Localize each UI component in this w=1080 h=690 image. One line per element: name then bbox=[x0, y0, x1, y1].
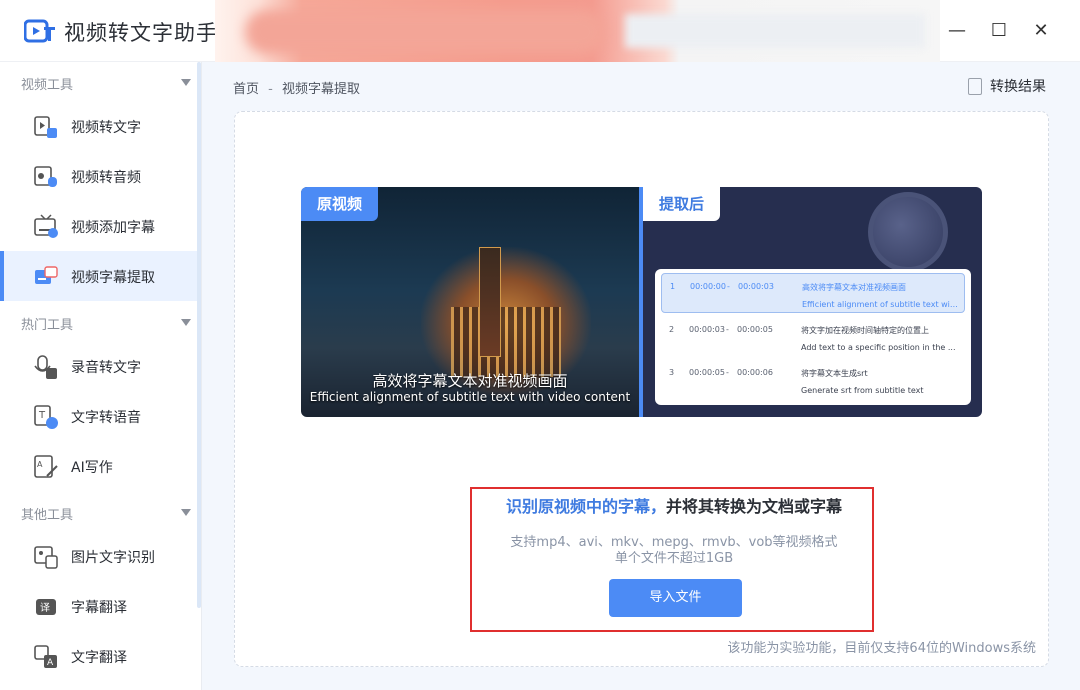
row-dash: - bbox=[726, 325, 729, 334]
sidebar-item-label: 视频转文字 bbox=[71, 120, 141, 136]
file-size-limit: 单个文件不超过1GB bbox=[614, 551, 734, 566]
video-subtitle-zh: 高效将字幕文本对准视频画面 bbox=[372, 372, 568, 390]
title-bar: 视频转文字助手 — ☐ ✕ bbox=[0, 0, 1080, 62]
sidebar-item-label: 图片文字识别 bbox=[71, 550, 155, 566]
ai-writing-icon: A bbox=[34, 455, 58, 478]
caret-down-icon bbox=[181, 319, 191, 326]
sidebar-item-ai-writing[interactable]: A AI写作 bbox=[0, 441, 197, 491]
group-label: 其他工具 bbox=[21, 508, 74, 523]
svg-text:A: A bbox=[47, 658, 54, 668]
sidebar-item-image-ocr[interactable]: 图片文字识别 bbox=[0, 531, 197, 581]
tv-subtitle-icon bbox=[34, 214, 58, 238]
headline-rest: 并将其转换为文档或字幕 bbox=[666, 497, 843, 516]
text-translate-icon: A bbox=[34, 645, 57, 668]
svg-text:T: T bbox=[38, 410, 46, 421]
row-end: 00:00:03 bbox=[738, 282, 774, 291]
video-audio-icon bbox=[34, 166, 57, 187]
row-text-zh: 将字幕文本生成srt bbox=[801, 369, 868, 378]
close-button[interactable]: ✕ bbox=[1030, 20, 1052, 42]
breadcrumb-home[interactable]: 首页 bbox=[233, 82, 259, 97]
row-index: 1 bbox=[670, 282, 676, 291]
microphone-icon bbox=[34, 355, 57, 379]
row-text-zh: 将文字加在视频时间轴特定的位置上 bbox=[801, 326, 929, 335]
sidebar-item-video-add-subtitle[interactable]: 视频添加字幕 bbox=[0, 201, 197, 251]
sidebar: 视频工具 视频转文字 视频转音频 视频添加字幕 视频字幕提取 热门工具 录音转文… bbox=[0, 62, 202, 690]
row-text-zh: 高效将字幕文本对准视频画面 bbox=[802, 283, 906, 292]
sidebar-item-label: 文字翻译 bbox=[71, 650, 127, 666]
experimental-footnote: 该功能为实验功能，目前仅支持64位的Windows系统 bbox=[727, 641, 1036, 656]
building-tower bbox=[479, 247, 501, 357]
preview-comparison: 高效将字幕文本对准视频画面 Efficient alignment of sub… bbox=[301, 187, 982, 417]
extracted-tag: 提取后 bbox=[643, 187, 721, 221]
sidebar-item-video-to-audio[interactable]: 视频转音频 bbox=[0, 151, 197, 201]
main-panel: 首页 - 视频字幕提取 转换结果 高效将字幕文本对准视频画面 Efficient… bbox=[202, 62, 1080, 690]
caret-down-icon bbox=[181, 509, 191, 516]
sidebar-item-text-to-speech[interactable]: T 文字转语音 bbox=[0, 391, 197, 441]
app-window: 视频转文字助手 — ☐ ✕ 视频工具 视频转文字 视频转音频 视频添加字幕 视频… bbox=[0, 0, 1080, 690]
row-dash: - bbox=[726, 368, 729, 377]
svg-text:译: 译 bbox=[40, 602, 50, 614]
upload-card: 高效将字幕文本对准视频画面 Efficient alignment of sub… bbox=[234, 111, 1049, 667]
row-start: 00:00:05 bbox=[689, 368, 725, 377]
headline-highlight: 识别原视频中的字幕， bbox=[505, 497, 666, 516]
breadcrumb-separator: - bbox=[268, 82, 273, 97]
original-video-tag: 原视频 bbox=[301, 187, 379, 221]
text-speech-icon: T bbox=[34, 405, 58, 429]
sidebar-item-text-translate[interactable]: A 文字翻译 bbox=[0, 631, 197, 681]
blurred-banner bbox=[215, 0, 940, 62]
magnifier-icon bbox=[868, 192, 948, 272]
feature-headline: 识别原视频中的字幕，并将其转换为文档或字幕 bbox=[472, 493, 876, 517]
import-file-button[interactable]: 导入文件 bbox=[609, 579, 742, 617]
document-icon bbox=[968, 78, 982, 95]
group-hot-tools[interactable]: 热门工具 bbox=[0, 304, 200, 340]
sidebar-item-subtitle-extract[interactable]: 视频字幕提取 bbox=[0, 251, 197, 301]
sidebar-item-label: 视频转音频 bbox=[71, 170, 141, 186]
caret-down-icon bbox=[181, 79, 191, 86]
video-subtitle-en: Efficient alignment of subtitle text wit… bbox=[309, 390, 631, 404]
group-video-tools[interactable]: 视频工具 bbox=[0, 64, 200, 100]
svg-text:A: A bbox=[37, 460, 43, 469]
row-index: 3 bbox=[669, 368, 675, 377]
row-text-en: Add text to a specific position in the .… bbox=[801, 343, 956, 352]
row-end: 00:00:06 bbox=[737, 368, 773, 377]
row-dash: - bbox=[727, 282, 730, 291]
row-index: 2 bbox=[669, 325, 675, 334]
subtitle-row: 2 00:00:03 - 00:00:05 将文字加在视频时间轴特定的位置上 A… bbox=[661, 317, 965, 357]
subtitle-extract-icon bbox=[35, 266, 58, 284]
sidebar-item-record-to-text[interactable]: 录音转文字 bbox=[0, 341, 197, 391]
sidebar-item-subtitle-translate[interactable]: 译 字幕翻译 bbox=[0, 581, 197, 631]
subtitle-row: 3 00:00:05 - 00:00:06 将字幕文本生成srt Generat… bbox=[661, 360, 965, 400]
breadcrumb: 首页 - 视频字幕提取 bbox=[233, 78, 360, 97]
building-lights bbox=[451, 307, 561, 377]
image-ocr-icon bbox=[34, 546, 58, 569]
group-other-tools[interactable]: 其他工具 bbox=[0, 494, 200, 530]
highlight-annotation-box: 识别原视频中的字幕，并将其转换为文档或字幕 支持mp4、avi、mkv、mepg… bbox=[470, 487, 874, 632]
sidebar-item-label: 视频添加字幕 bbox=[71, 220, 155, 236]
sidebar-item-label: AI写作 bbox=[71, 460, 113, 476]
group-label: 热门工具 bbox=[21, 318, 74, 333]
sidebar-item-label: 文字转语音 bbox=[71, 410, 141, 426]
app-logo-icon bbox=[24, 19, 55, 43]
conversion-result-label: 转换结果 bbox=[990, 79, 1046, 95]
original-video-preview: 高效将字幕文本对准视频画面 Efficient alignment of sub… bbox=[301, 187, 639, 417]
breadcrumb-current: 视频字幕提取 bbox=[282, 82, 361, 97]
row-text-en: Generate srt from subtitle text bbox=[801, 386, 924, 395]
row-start: 00:00:00 bbox=[690, 282, 726, 291]
translate-badge-icon: 译 bbox=[36, 599, 56, 615]
sidebar-item-video-to-text[interactable]: 视频转文字 bbox=[0, 101, 197, 151]
row-text-en: Efficient alignment of subtitle text wit… bbox=[802, 300, 960, 309]
app-title: 视频转文字助手 bbox=[64, 21, 218, 45]
maximize-button[interactable]: ☐ bbox=[988, 20, 1010, 42]
sidebar-item-label: 字幕翻译 bbox=[71, 600, 127, 616]
minimize-button[interactable]: — bbox=[946, 20, 968, 42]
sidebar-item-label: 录音转文字 bbox=[71, 360, 141, 376]
row-end: 00:00:05 bbox=[737, 325, 773, 334]
video-text-icon bbox=[34, 116, 57, 138]
sidebar-scrollbar[interactable] bbox=[197, 62, 201, 608]
sidebar-item-label: 视频字幕提取 bbox=[71, 270, 155, 286]
group-label: 视频工具 bbox=[21, 78, 74, 93]
subtitle-list: 1 00:00:00 - 00:00:03 高效将字幕文本对准视频画面 Effi… bbox=[655, 269, 971, 405]
row-start: 00:00:03 bbox=[689, 325, 725, 334]
subtitle-row: 1 00:00:00 - 00:00:03 高效将字幕文本对准视频画面 Effi… bbox=[661, 273, 965, 313]
